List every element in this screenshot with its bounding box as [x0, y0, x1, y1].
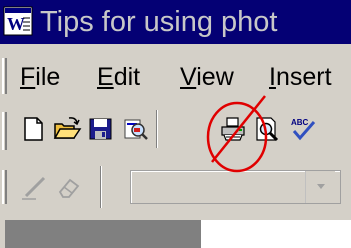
eraser-icon[interactable] — [54, 172, 84, 202]
spelling-abc-icon[interactable]: ABC — [288, 114, 318, 144]
toolbar-gripper[interactable] — [2, 112, 7, 150]
svg-text:W: W — [7, 14, 25, 34]
menu-edit-label: dit — [113, 63, 141, 91]
menu-insert-mnemonic: I — [269, 63, 276, 91]
svg-text:ABC: ABC — [291, 118, 309, 127]
print-preview-icon[interactable] — [252, 114, 282, 144]
menu-view-mnemonic: V — [180, 63, 197, 91]
menu-edit-mnemonic: E — [97, 63, 114, 91]
permission-search-icon[interactable] — [120, 114, 150, 144]
pen-draw-icon[interactable] — [20, 172, 50, 202]
menu-edit[interactable]: Edit — [97, 62, 140, 92]
menu-insert-label: nsert — [275, 63, 332, 91]
menu-insert[interactable]: Insert — [269, 62, 332, 92]
document-page[interactable] — [201, 220, 351, 248]
drawing-toolbar-separator — [100, 166, 102, 208]
menu-file[interactable]: File — [20, 62, 60, 92]
new-document-icon[interactable] — [18, 114, 48, 144]
menu-gripper[interactable] — [2, 58, 7, 94]
style-combo-dropdown-button[interactable] — [305, 171, 335, 203]
menu-file-mnemonic: F — [20, 63, 36, 91]
save-floppy-icon[interactable] — [86, 114, 116, 144]
open-folder-icon[interactable] — [52, 114, 82, 144]
print-icon[interactable] — [218, 114, 248, 144]
menu-file-label: ile — [35, 63, 61, 91]
ruler-left-margin — [5, 220, 201, 248]
word-document-icon[interactable]: W — [3, 6, 33, 36]
title-bar[interactable]: W Tips for using phot — [0, 0, 351, 44]
chevron-down-icon — [317, 184, 325, 189]
window-title: Tips for using phot — [40, 6, 278, 38]
menu-view-label: iew — [196, 63, 234, 91]
menu-view[interactable]: View — [180, 62, 234, 92]
standard-toolbar: ABC — [0, 104, 351, 158]
toolbar-separator — [156, 110, 158, 148]
menu-bar: File Edit View Insert — [0, 44, 351, 104]
drawing-toolbar-gripper[interactable] — [2, 170, 7, 204]
drawing-toolbar — [0, 158, 351, 220]
